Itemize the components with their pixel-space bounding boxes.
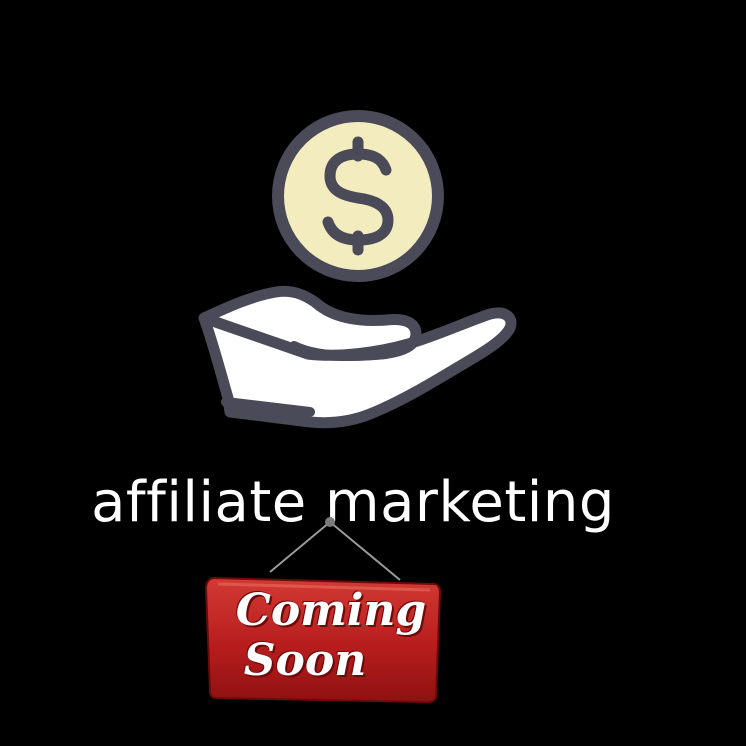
hand-holding-dollar-icon [190,100,530,440]
coming-soon-sign: Coming Soon [200,510,450,710]
hand-icon [198,285,517,429]
sign-string [269,521,401,581]
sign-line-1: Coming [235,585,427,636]
stage: affiliate marketing Coming Soon [0,0,746,746]
sign-line-2: Soon [243,635,367,686]
nail-icon [325,517,335,527]
